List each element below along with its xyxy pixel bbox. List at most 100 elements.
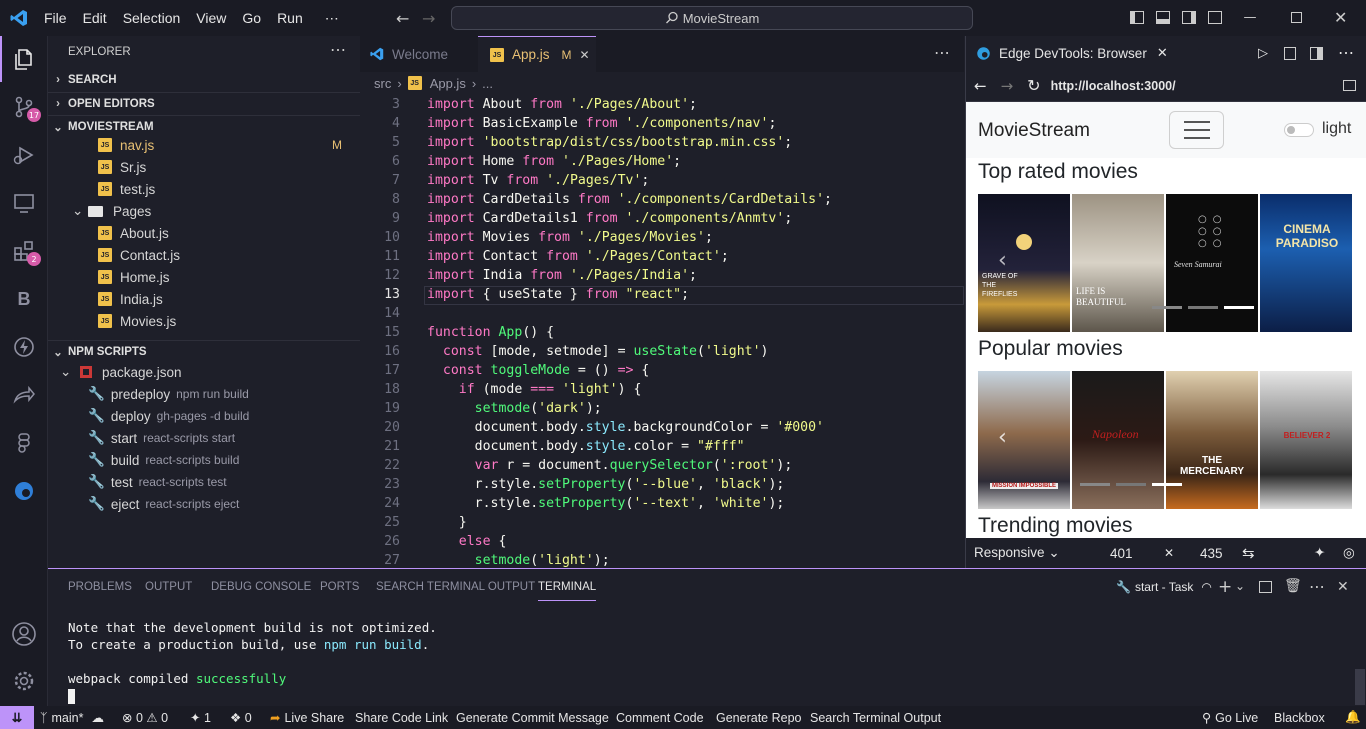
command-center-search[interactable]: MovieStream (451, 6, 973, 30)
tab-output[interactable]: OUTPUT (145, 581, 192, 593)
height-input[interactable]: 435 (1200, 546, 1223, 561)
code-editor[interactable]: 3 4 5 6 7 8 9 10 11 12 13 14 15 16 17 18 19 20 21 22 23 24 25 2… (360, 96, 964, 568)
panel-more-icon[interactable]: ⋯ (1309, 577, 1325, 596)
extensions-icon[interactable]: 2 (0, 228, 48, 274)
navbar-toggler[interactable] (1169, 111, 1224, 149)
thunder-client-icon[interactable] (0, 324, 48, 370)
menu-selection[interactable]: Selection (115, 10, 189, 26)
menu-edit[interactable]: Edit (75, 10, 115, 26)
blackbox-status[interactable]: Blackbox (1274, 706, 1325, 729)
back-arrow-icon[interactable]: ← (396, 9, 409, 28)
open-devtools-icon[interactable] (1284, 46, 1296, 60)
problems-indicator[interactable]: ⊗ 0 ⚠ 0 (122, 706, 168, 729)
chevron-down-icon[interactable]: ⌄ (1235, 579, 1245, 593)
new-terminal-icon[interactable]: + (1218, 577, 1232, 597)
close-tab-icon[interactable]: ✕ (580, 48, 590, 62)
poster-seven-samurai[interactable]: ○○ ○○ ○○ Seven Samurai (1166, 194, 1258, 332)
npm-script-predeploy[interactable]: 🔧 predeploy npm run build (88, 383, 249, 405)
site-brand[interactable]: MovieStream (978, 120, 1090, 142)
poster-life-is-beautiful[interactable]: LIFE IS BEAUTIFUL (1072, 194, 1164, 332)
carousel-indicator[interactable] (1188, 306, 1218, 309)
branch-indicator[interactable]: ᛉ main* ☁ (40, 706, 104, 729)
split-terminal-icon[interactable] (1259, 581, 1272, 593)
remote-indicator[interactable]: ⇊ (0, 706, 34, 729)
device-select[interactable]: Responsive ⌄ (974, 545, 1060, 561)
toggle-panel-icon[interactable] (1156, 11, 1170, 24)
toggle-sidebar-icon[interactable] (1130, 11, 1144, 24)
live-share-status[interactable]: ➦ Live Share (270, 706, 344, 729)
tab-welcome[interactable]: Welcome (360, 36, 478, 72)
theme-toggle-switch[interactable] (1284, 123, 1314, 137)
tab-debug-console[interactable]: DEBUG CONSOLE (211, 581, 311, 593)
file-india-js[interactable]: JS India.js (98, 288, 163, 310)
source-control-icon[interactable]: 17 (0, 84, 48, 130)
browser-more-icon[interactable]: ⋯ (1338, 43, 1354, 63)
refresh-icon[interactable]: ↻ (1027, 76, 1040, 95)
explorer-icon[interactable] (0, 36, 48, 82)
file-nav-js[interactable]: JS nav.js M (98, 134, 358, 156)
url-input[interactable]: http://localhost:3000/ (1051, 79, 1176, 93)
toggle-secondary-sidebar-icon[interactable] (1182, 11, 1196, 24)
carousel-indicator-active[interactable] (1152, 483, 1182, 486)
menu-file[interactable]: File (36, 10, 75, 26)
editor-more-icon[interactable]: ⋯ (934, 43, 950, 62)
rotate-icon[interactable]: ⇆ (1242, 544, 1255, 562)
terminal-cursor[interactable] (68, 689, 75, 704)
open-editors-section[interactable]: › OPEN EDITORS (48, 92, 360, 114)
folder-pages[interactable]: ⌄ Pages (72, 200, 151, 222)
poster-believer-2[interactable]: BELIEVER 2 (1260, 371, 1352, 509)
tab-ports[interactable]: PORTS (320, 581, 359, 593)
inspect-icon[interactable]: ✦ (1314, 545, 1325, 561)
share-code-link[interactable]: Share Code Link (355, 706, 448, 729)
terminal-scrollbar[interactable] (1355, 669, 1365, 705)
npm-script-deploy[interactable]: 🔧 deploy gh-pages -d build (88, 405, 249, 427)
menu-go[interactable]: Go (234, 10, 269, 26)
generate-repo[interactable]: Generate Repo (716, 706, 801, 729)
close-panel-icon[interactable]: ✕ (1337, 579, 1349, 595)
restore-icon[interactable] (1291, 12, 1302, 23)
kill-terminal-icon[interactable]: 🗑 (1284, 578, 1302, 594)
live-share-icon[interactable] (0, 372, 48, 418)
carousel-indicator[interactable] (1080, 483, 1110, 486)
customize-layout-icon[interactable] (1208, 11, 1222, 24)
file-contact-js[interactable]: JS Contact.js (98, 244, 180, 266)
run-debug-icon[interactable] (0, 132, 48, 178)
blackbox-icon[interactable]: B (0, 276, 48, 322)
file-home-js[interactable]: JS Home.js (98, 266, 170, 288)
poster-grave-of-the-fireflies[interactable]: GRAVE OF THE FIREFLIES ‹ (978, 194, 1070, 332)
carousel-indicator[interactable] (1116, 483, 1146, 486)
split-editor-icon[interactable] (1310, 46, 1323, 60)
npm-script-eject[interactable]: 🔧 eject react-scripts eject (88, 493, 239, 515)
carousel-indicator[interactable] (1152, 306, 1182, 309)
carousel-prev-icon[interactable]: ‹ (998, 425, 1007, 450)
browser-tab-title[interactable]: Edge DevTools: Browser (999, 46, 1147, 61)
notifications-bell-icon[interactable]: 🔔 (1345, 706, 1361, 729)
broadcast-indicator[interactable]: ❖ 0 (230, 706, 252, 729)
file-sr-js[interactable]: JS Sr.js (98, 156, 146, 178)
menu-view[interactable]: View (188, 10, 234, 26)
poster-napoleon[interactable]: Napoleon (1072, 371, 1164, 509)
tab-problems[interactable]: PROBLEMS (68, 581, 132, 593)
explorer-more-icon[interactable]: ⋯ (330, 40, 346, 60)
run-icon[interactable]: ▷ (1258, 45, 1268, 61)
remote-explorer-icon[interactable] (0, 180, 48, 226)
accounts-icon[interactable] (0, 611, 48, 657)
figma-icon[interactable] (0, 420, 48, 466)
search-terminal-output-status[interactable]: Search Terminal Output (810, 706, 941, 729)
generate-commit-message[interactable]: Generate Commit Message (456, 706, 609, 729)
forward-arrow-icon[interactable]: → (422, 9, 435, 28)
go-live[interactable]: ⚲ Go Live (1202, 706, 1258, 729)
tab-app-js[interactable]: JS App.js M ✕ (478, 36, 596, 72)
file-about-js[interactable]: JS About.js (98, 222, 169, 244)
visibility-icon[interactable]: ◎ (1343, 545, 1355, 561)
file-movies-js[interactable]: JS Movies.js (98, 310, 176, 332)
manage-gear-icon[interactable] (0, 658, 48, 704)
close-window-icon[interactable]: ✕ (1334, 8, 1347, 27)
browser-forward-icon[interactable]: → (1001, 77, 1014, 95)
poster-mission-impossible[interactable]: MISSION IMPOSSIBLE ‹ (978, 371, 1070, 509)
menu-run[interactable]: Run (269, 10, 311, 26)
npm-script-build[interactable]: 🔧 build react-scripts build (88, 449, 239, 471)
ports-indicator[interactable]: ✦ 1 (190, 706, 211, 729)
browser-back-icon[interactable]: ← (974, 77, 987, 95)
comment-code[interactable]: Comment Code (616, 706, 704, 729)
